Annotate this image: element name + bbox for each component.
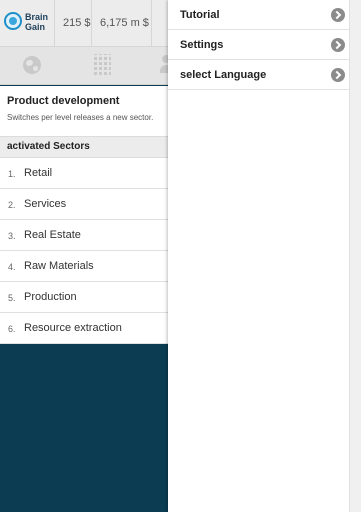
- sector-number: 6.: [8, 324, 16, 334]
- logo-line-1: Brain: [25, 12, 49, 22]
- chevron-right-icon: [331, 68, 345, 82]
- drawer-scrollbar[interactable]: [349, 0, 361, 512]
- app-logo[interactable]: Brain Gain: [4, 10, 52, 36]
- chevron-right-icon: [331, 8, 345, 22]
- menu-item-settings[interactable]: Settings: [168, 30, 349, 60]
- building-icon[interactable]: [94, 54, 111, 75]
- brain-icon: [4, 12, 22, 30]
- sector-number: 1.: [8, 169, 16, 179]
- sector-number: 5.: [8, 293, 16, 303]
- sector-label: Services: [24, 198, 67, 210]
- sector-label: Retail: [24, 167, 53, 179]
- menu-item-label: Tutorial: [180, 9, 220, 21]
- menu-item-label: select Language: [180, 69, 267, 81]
- sector-number: 4.: [8, 262, 16, 272]
- menu-item-tutorial[interactable]: Tutorial: [168, 0, 349, 30]
- sector-label: Raw Materials: [24, 260, 94, 272]
- sector-number: 3.: [8, 231, 16, 241]
- page-subtitle: Switches per level releases a new sector…: [7, 113, 154, 122]
- globe-icon[interactable]: [23, 56, 41, 74]
- money-stat: 215 $: [54, 0, 91, 47]
- menu-item-label: Settings: [180, 39, 224, 51]
- market-value-stat: 6,175 m $: [91, 0, 151, 47]
- logo-line-2: Gain: [25, 22, 46, 32]
- page-title: Product development: [7, 95, 120, 107]
- sector-label: Real Estate: [24, 229, 81, 241]
- sector-number: 2.: [8, 200, 16, 210]
- sector-label: Production: [24, 291, 77, 303]
- logo-text: Brain Gain: [25, 12, 48, 32]
- side-menu-drawer: Tutorial Settings select Language: [168, 0, 349, 512]
- sector-label: Resource extraction: [24, 322, 122, 334]
- menu-item-language[interactable]: select Language: [168, 60, 349, 90]
- chevron-right-icon: [331, 38, 345, 52]
